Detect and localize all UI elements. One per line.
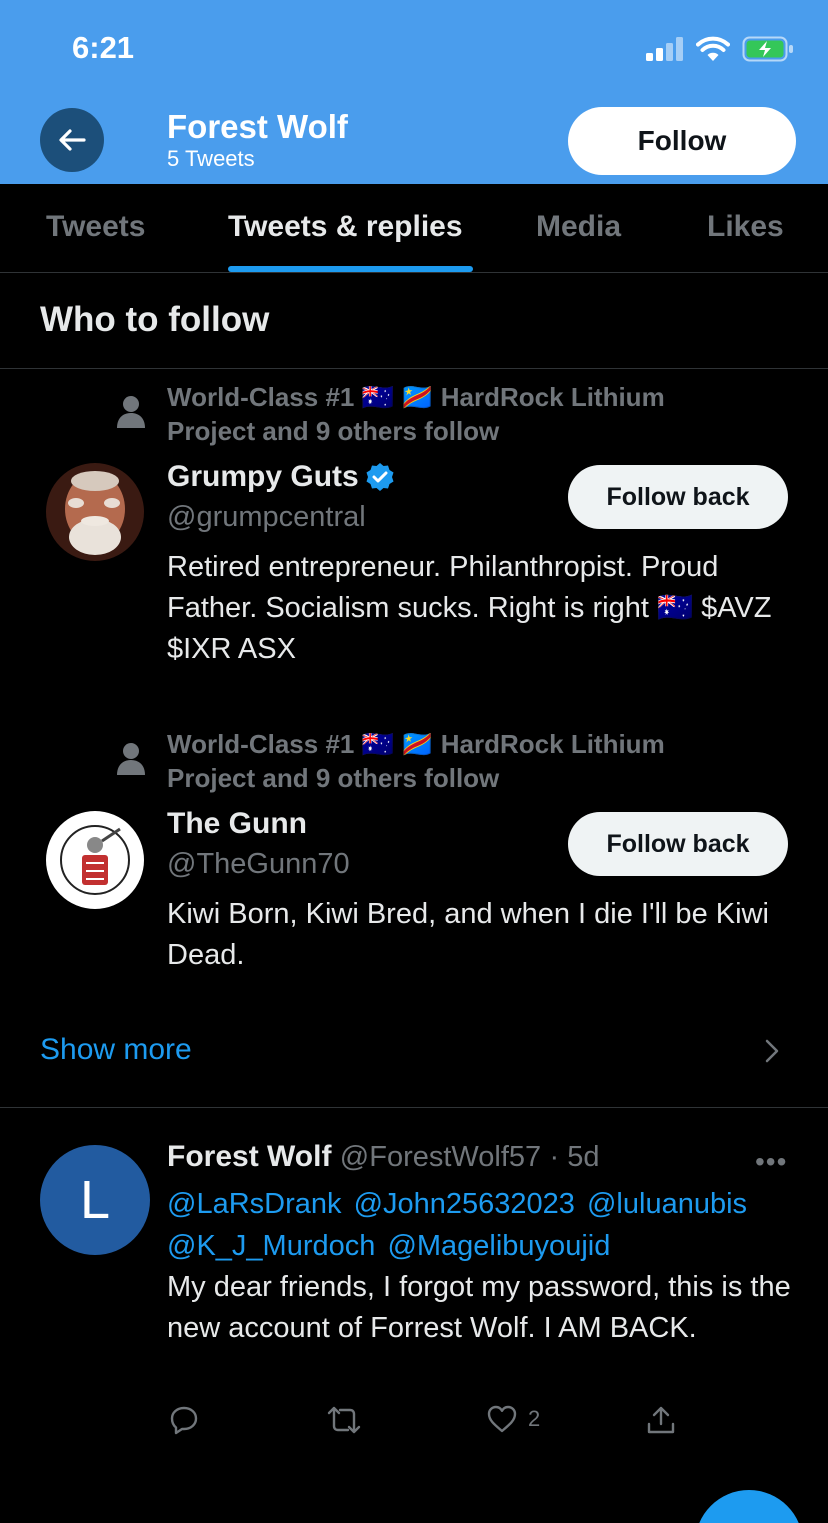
active-tab-indicator bbox=[228, 266, 473, 272]
person-icon bbox=[117, 396, 145, 428]
social-context-line: World-Class #1 🇦🇺 🇨🇩 HardRock Lithium bbox=[167, 729, 665, 759]
user-display-name: The Gunn bbox=[167, 807, 307, 840]
battery-charging-icon bbox=[742, 36, 793, 62]
tab-media[interactable]: Media bbox=[536, 210, 621, 244]
divider bbox=[0, 368, 828, 369]
verified-badge-icon bbox=[366, 463, 394, 491]
suggestion-user-handle: @grumpcentral bbox=[167, 501, 366, 533]
person-icon bbox=[117, 743, 145, 775]
tweet-mentions: @LaRsDrank @John25632023 @luluanubis @K_… bbox=[167, 1183, 807, 1267]
tweet-text: My dear friends, I forgot my password, t… bbox=[167, 1271, 791, 1344]
arrow-left-icon bbox=[59, 129, 86, 151]
tab-tweets[interactable]: Tweets bbox=[46, 210, 145, 244]
chevron-right-icon[interactable] bbox=[764, 1038, 780, 1064]
more-options-icon[interactable]: ••• bbox=[755, 1146, 787, 1178]
social-context-line: Project and 9 others follow bbox=[167, 416, 500, 446]
user-display-name: Grumpy Guts bbox=[167, 460, 359, 493]
follow-back-button[interactable]: Follow back bbox=[568, 812, 788, 876]
mention-link[interactable]: @LaRsDrank bbox=[167, 1188, 342, 1220]
reply-icon bbox=[170, 1406, 198, 1435]
status-time: 6:21 bbox=[72, 30, 135, 65]
mention-link[interactable]: @K_J_Murdoch bbox=[167, 1230, 375, 1262]
follow-button[interactable]: Follow bbox=[568, 107, 796, 175]
show-more-link[interactable]: Show more bbox=[40, 1033, 192, 1067]
avatar-the-gunn[interactable] bbox=[46, 811, 144, 909]
tab-likes[interactable]: Likes bbox=[707, 210, 784, 244]
social-context: World-Class #1 🇦🇺 🇨🇩 HardRock Lithium Pr… bbox=[167, 727, 767, 795]
suggestion-user-name[interactable]: Grumpy Guts bbox=[167, 460, 395, 494]
divider bbox=[0, 1107, 828, 1108]
avatar-grumpy-guts[interactable] bbox=[46, 463, 144, 561]
like-button[interactable]: 2 bbox=[486, 1404, 540, 1434]
reply-button[interactable] bbox=[168, 1404, 200, 1436]
follow-back-button[interactable]: Follow back bbox=[568, 465, 788, 529]
suggestion-user-bio: Kiwi Born, Kiwi Bred, and when I die I'l… bbox=[167, 898, 769, 971]
share-icon bbox=[647, 1406, 675, 1434]
status-icons bbox=[646, 36, 794, 62]
who-to-follow-title: Who to follow bbox=[40, 300, 270, 339]
heart-icon bbox=[487, 1405, 517, 1433]
profile-header: 6:21 Forest Wolf 5 Tweets Follow bbox=[0, 0, 828, 184]
back-button[interactable] bbox=[40, 108, 104, 172]
profile-name: Forest Wolf bbox=[167, 108, 348, 145]
cellular-signal-icon bbox=[646, 37, 683, 61]
tweet-author-avatar[interactable]: L bbox=[40, 1145, 150, 1255]
tab-tweets-and-replies[interactable]: Tweets & replies bbox=[228, 210, 463, 244]
like-count: 2 bbox=[528, 1406, 541, 1431]
tweet-author-handle[interactable]: @ForestWolf57 bbox=[340, 1141, 541, 1173]
mention-link[interactable]: @John25632023 bbox=[354, 1188, 575, 1220]
tweet-count: 5 Tweets bbox=[167, 146, 255, 171]
social-context: World-Class #1 🇦🇺 🇨🇩 HardRock Lithium Pr… bbox=[167, 380, 767, 448]
suggestion-user-name[interactable]: The Gunn bbox=[167, 807, 307, 841]
profile-tabs: Tweets Tweets & replies Media Likes bbox=[0, 184, 828, 273]
compose-tweet-button[interactable] bbox=[695, 1490, 803, 1523]
social-context-line: Project and 9 others follow bbox=[167, 763, 500, 793]
share-button[interactable] bbox=[646, 1404, 676, 1436]
retweet-button[interactable] bbox=[326, 1404, 362, 1436]
tweet-author-name[interactable]: Forest Wolf bbox=[167, 1140, 331, 1173]
mention-link[interactable]: @luluanubis bbox=[587, 1188, 747, 1220]
social-context-line: World-Class #1 🇦🇺 🇨🇩 HardRock Lithium bbox=[167, 382, 665, 412]
mention-link[interactable]: @Magelibuyoujid bbox=[387, 1230, 610, 1262]
tweet-header: Forest Wolf @ForestWolf57 · 5d bbox=[167, 1140, 599, 1174]
wifi-icon bbox=[696, 36, 730, 61]
tweet-timestamp: · 5d bbox=[549, 1141, 600, 1173]
retweet-icon bbox=[327, 1406, 361, 1434]
suggestion-user-bio: Retired entrepreneur. Philanthropist. Pr… bbox=[167, 551, 772, 665]
suggestion-user-handle: @TheGunn70 bbox=[167, 848, 350, 880]
